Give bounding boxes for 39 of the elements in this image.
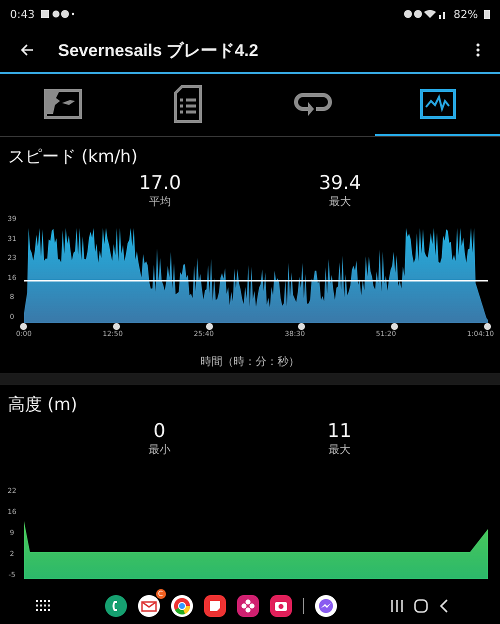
more-dots-icon (476, 43, 480, 57)
map-icon (44, 89, 82, 119)
section-title: 高度 (m) (8, 394, 78, 416)
stat-value: 11 (327, 420, 352, 442)
stat-value: 39.4 (318, 172, 362, 194)
app-title: Severnesails ブレード4.2 (58, 40, 258, 62)
app-grid-icon[interactable] (36, 600, 50, 612)
camera-app-icon[interactable] (270, 595, 292, 617)
mail-app-icon[interactable] (138, 595, 160, 617)
x-tick-dot (20, 323, 27, 330)
phone-app-icon[interactable] (104, 595, 126, 617)
axis-title: 時間（時：分：秒） (200, 354, 300, 369)
x-tick-dot (391, 323, 398, 330)
recent-apps-button[interactable] (391, 599, 403, 613)
back-nav-button[interactable] (439, 599, 448, 613)
battery-level: 82% (454, 8, 478, 20)
x-tick-dot (298, 323, 306, 330)
browser-app-icon[interactable] (170, 595, 192, 617)
battery-icon (484, 9, 490, 19)
notification-icon (40, 9, 75, 19)
x-tick-dot (112, 323, 120, 330)
messenger-app-icon[interactable] (314, 595, 336, 617)
back-arrow-icon (20, 44, 34, 56)
stat-label: 最大 (328, 442, 350, 457)
stat-value: 0 (153, 420, 166, 442)
notes-app-icon[interactable] (204, 595, 226, 617)
stat-value: 17.0 (138, 172, 182, 194)
signal-icon (404, 9, 448, 19)
stat-label: 最小 (148, 442, 170, 457)
activity-chart-icon (420, 89, 456, 119)
document-icon (174, 85, 202, 123)
stat-label: 平均 (149, 194, 171, 209)
stat-label: 最大 (329, 194, 351, 209)
x-tick-dot (206, 323, 213, 330)
status-time: 0:43 (10, 8, 35, 20)
x-tick-dot (484, 323, 491, 330)
flower-app-icon[interactable] (236, 595, 258, 617)
section-title: スピード (km/h) (8, 146, 139, 168)
home-button[interactable] (414, 599, 428, 613)
